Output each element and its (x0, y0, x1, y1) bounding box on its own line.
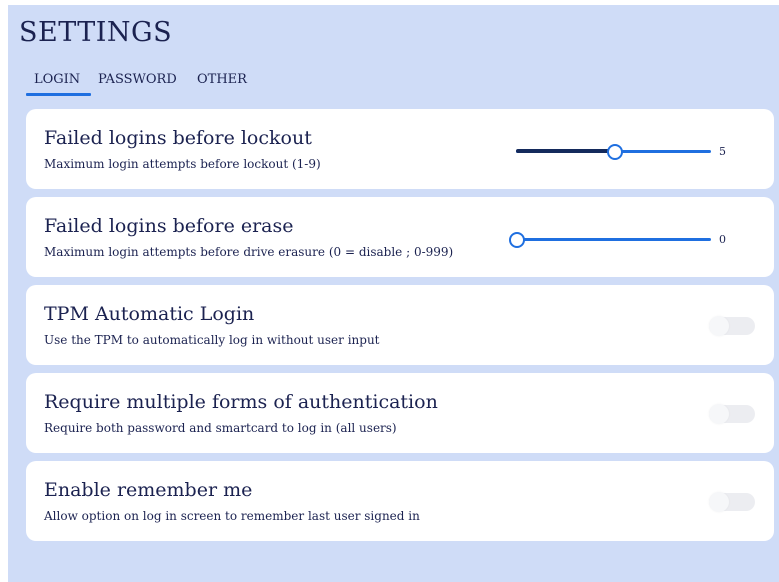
setting-description-mfa: Require both password and smartcard to l… (44, 421, 397, 435)
page-title: SETTINGS (19, 17, 173, 48)
tab-password[interactable]: PASSWORD (98, 72, 177, 87)
tab-other[interactable]: OTHER (197, 72, 247, 87)
slider-fill (516, 149, 614, 153)
setting-card-tpm: TPM Automatic Login Use the TPM to autom… (26, 285, 774, 365)
setting-card-erase: Failed logins before erase Maximum login… (26, 197, 774, 277)
setting-card-mfa: Require multiple forms of authentication… (26, 373, 774, 453)
toggle-knob (709, 404, 729, 424)
toggle-knob (709, 492, 729, 512)
setting-description-tpm: Use the TPM to automatically log in with… (44, 333, 380, 347)
setting-description-lockout: Maximum login attempts before lockout (1… (44, 157, 321, 171)
lockout-slider[interactable] (516, 141, 711, 161)
setting-title-erase: Failed logins before erase (44, 215, 294, 237)
setting-title-remember: Enable remember me (44, 479, 253, 501)
erase-slider[interactable] (509, 229, 711, 249)
setting-card-lockout: Failed logins before lockout Maximum log… (26, 109, 774, 189)
setting-title-lockout: Failed logins before lockout (44, 127, 312, 149)
setting-description-erase: Maximum login attempts before drive eras… (44, 245, 454, 259)
setting-title-mfa: Require multiple forms of authentication (44, 391, 438, 413)
remember-toggle[interactable] (709, 492, 755, 512)
setting-title-tpm: TPM Automatic Login (44, 303, 255, 325)
settings-panel: SETTINGS LOGIN PASSWORD OTHER Failed log… (8, 5, 779, 582)
active-tab-indicator (26, 93, 91, 96)
slider-thumb[interactable] (509, 232, 525, 248)
mfa-toggle[interactable] (709, 404, 755, 424)
setting-description-remember: Allow option on log in screen to remembe… (44, 509, 420, 523)
slider-track (516, 238, 711, 241)
erase-value: 0 (719, 233, 726, 246)
lockout-value: 5 (719, 145, 726, 158)
toggle-knob (709, 316, 729, 336)
setting-card-remember: Enable remember me Allow option on log i… (26, 461, 774, 541)
slider-thumb[interactable] (606, 144, 623, 160)
tpm-toggle[interactable] (709, 316, 755, 336)
tab-login[interactable]: LOGIN (34, 72, 80, 87)
